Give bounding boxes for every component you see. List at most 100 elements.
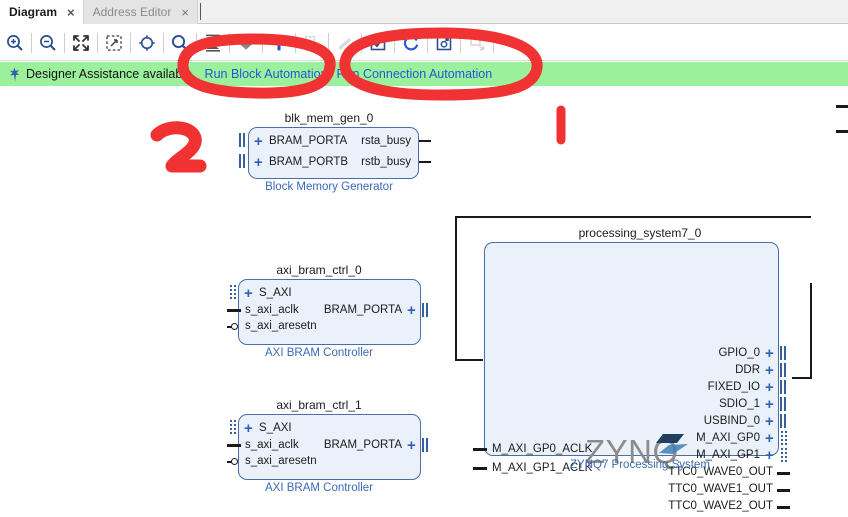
pin-stub-s-axi-aclk-0 <box>227 309 241 312</box>
port-sdio-1[interactable]: SDIO_1 <box>605 398 760 410</box>
bus-connector-bram-portb-in[interactable] <box>239 154 247 168</box>
vivado-block-design-window: Diagram × Address Editor × Designer Assi… <box>0 0 848 517</box>
pin-stub-s-axi-aresetn-1 <box>227 460 232 463</box>
bus-connector-m-axi-gp0[interactable] <box>781 431 788 445</box>
port-bram-porta-out-1[interactable]: BRAM_PORTA <box>319 439 402 451</box>
expand-s-axi-0-icon[interactable]: + <box>244 286 253 301</box>
block-processing-system7-0-title: processing_system7_0 <box>578 226 702 240</box>
toolbar-separator <box>328 32 329 53</box>
port-gpio-0[interactable]: GPIO_0 <box>605 347 760 359</box>
block-design-canvas[interactable]: blk_mem_gen_0 + BRAM_PORTA + BRAM_PORTB … <box>0 87 848 517</box>
pin-stub-s-axi-aresetn-0 <box>227 325 232 328</box>
bus-connector-fixed-io[interactable] <box>780 380 788 394</box>
bus-connector-gpio-0[interactable] <box>780 346 788 360</box>
expand-ddr-icon[interactable]: + <box>765 363 774 378</box>
port-rstb-busy[interactable]: rstb_busy <box>339 156 411 168</box>
port-ttc0-wave1-out[interactable]: TTC0_WAVE1_OUT <box>605 483 773 495</box>
active-low-marker-s-axi-aresetn-1 <box>231 458 238 465</box>
block-axi-bram-ctrl-1-subtitle: AXI BRAM Controller <box>264 482 373 494</box>
zoom-fit-icon[interactable] <box>66 28 96 58</box>
port-s-axi-aresetn-0[interactable]: s_axi_aresetn <box>245 320 317 332</box>
toolbar-separator <box>295 32 296 53</box>
expand-sdio-1-icon[interactable]: + <box>765 397 774 412</box>
port-s-axi-aclk-0[interactable]: s_axi_aclk <box>245 304 299 316</box>
port-s-axi-1[interactable]: S_AXI <box>259 422 292 434</box>
external-port-stub-top <box>836 105 848 108</box>
block-axi-bram-ctrl-0[interactable]: axi_bram_ctrl_0 + S_AXI s_axi_aclk s_axi… <box>227 263 430 362</box>
zoom-in-icon[interactable] <box>0 28 30 58</box>
expand-bram-porta-out-1-icon[interactable]: + <box>407 438 416 453</box>
fit-selection-icon[interactable] <box>132 28 162 58</box>
block-blk-mem-gen-0-title: blk_mem_gen_0 <box>284 111 374 125</box>
bus-connector-s-axi-0[interactable] <box>230 285 237 299</box>
port-m-axi-gp0-aclk[interactable]: M_AXI_GP0_ACLK <box>492 443 592 455</box>
expand-gpio-0-icon[interactable]: + <box>765 346 774 361</box>
toolbar-separator <box>196 32 197 53</box>
export-icon <box>462 28 492 58</box>
designer-assistance-banner: Designer Assistance available. Run Block… <box>0 62 848 86</box>
port-s-axi-0[interactable]: S_AXI <box>259 287 292 299</box>
tab-diagram[interactable]: Diagram × <box>0 0 84 24</box>
block-blk-mem-gen-0-subtitle: Block Memory Generator <box>265 181 393 193</box>
expand-fixed-io-icon[interactable]: + <box>765 380 774 395</box>
port-rsta-busy[interactable]: rsta_busy <box>339 135 411 147</box>
expand-all-icon[interactable] <box>231 28 261 58</box>
tab-address-editor-label: Address Editor <box>92 5 172 19</box>
add-ip-icon[interactable] <box>264 28 294 58</box>
run-connection-automation-link[interactable]: Run Connection Automation <box>337 67 493 81</box>
pin-stub-m-axi-gp0-aclk <box>473 448 487 451</box>
block-blk-mem-gen-0[interactable]: blk_mem_gen_0 + BRAM_PORTA + BRAM_PORTB … <box>239 111 431 193</box>
port-bram-portb[interactable]: BRAM_PORTB <box>269 156 348 168</box>
validate-design-icon[interactable] <box>363 28 393 58</box>
port-ttc0-wave2-out[interactable]: TTC0_WAVE2_OUT <box>605 500 773 512</box>
expand-bram-porta-icon[interactable]: + <box>254 134 263 149</box>
block-processing-system7-0[interactable]: processing_system7_0 ZYNQ . M_AXI_GP0_AC… <box>455 226 825 512</box>
tab-address-editor-close-icon[interactable]: × <box>181 6 189 19</box>
wire-fclk-clk0-horizontal-top <box>455 216 811 218</box>
port-m-axi-gp0[interactable]: M_AXI_GP0 <box>605 432 760 444</box>
bus-connector-s-axi-1[interactable] <box>230 420 237 434</box>
port-usbind-0[interactable]: USBIND_0 <box>605 415 760 427</box>
tab-address-editor[interactable]: Address Editor × <box>83 0 198 24</box>
highlight-icon <box>330 28 360 58</box>
save-layout-icon[interactable] <box>429 28 459 58</box>
expand-s-axi-1-icon[interactable]: + <box>244 421 253 436</box>
run-block-automation-link[interactable]: Run Block Automation <box>205 67 328 81</box>
expand-bram-portb-icon[interactable]: + <box>254 155 263 170</box>
external-port-stub-bottom <box>836 130 848 133</box>
port-bram-porta[interactable]: BRAM_PORTA <box>269 135 347 147</box>
toolbar-separator <box>229 32 230 53</box>
toolbar-separator <box>97 32 98 53</box>
port-fixed-io[interactable]: FIXED_IO <box>605 381 760 393</box>
expand-usbind-0-icon[interactable]: + <box>765 414 774 429</box>
tab-diagram-close-icon[interactable]: × <box>67 6 75 19</box>
collapse-all-icon[interactable] <box>198 28 228 58</box>
port-s-axi-aclk-1[interactable]: s_axi_aclk <box>245 439 299 451</box>
toolbar-separator <box>163 32 164 53</box>
port-bram-porta-out-0[interactable]: BRAM_PORTA <box>319 304 402 316</box>
zoom-area-icon[interactable] <box>99 28 129 58</box>
toolbar-separator <box>361 32 362 53</box>
block-axi-bram-ctrl-1[interactable]: axi_bram_ctrl_1 + S_AXI s_axi_aclk s_axi… <box>227 398 430 497</box>
toolbar-separator <box>130 32 131 53</box>
regenerate-icon[interactable] <box>396 28 426 58</box>
bus-connector-bram-porta-out-1[interactable] <box>422 438 430 452</box>
expand-bram-porta-out-0-icon[interactable]: + <box>407 303 416 318</box>
bus-connector-usbind-0[interactable] <box>780 414 788 428</box>
banner-text: Designer Assistance available. <box>26 67 196 81</box>
pin-stub-ttc0-wave2-out <box>777 506 790 509</box>
diagram-toolbar <box>0 25 848 61</box>
bus-connector-bram-porta-out-0[interactable] <box>422 303 430 317</box>
bus-connector-sdio-1[interactable] <box>780 397 788 411</box>
port-s-axi-aresetn-1[interactable]: s_axi_aresetn <box>245 455 317 467</box>
search-icon[interactable] <box>165 28 195 58</box>
port-ddr[interactable]: DDR <box>605 364 760 376</box>
zoom-out-icon[interactable] <box>33 28 63 58</box>
pin-stub-s-axi-aclk-1 <box>227 444 241 447</box>
block-axi-bram-ctrl-1-title: axi_bram_ctrl_1 <box>276 398 362 412</box>
toolbar-separator <box>460 32 461 53</box>
expand-m-axi-gp0-icon[interactable]: + <box>765 431 774 446</box>
bus-connector-ddr[interactable] <box>780 363 788 377</box>
bus-connector-bram-porta-in[interactable] <box>239 133 247 147</box>
designer-assistance-icon <box>8 67 21 82</box>
